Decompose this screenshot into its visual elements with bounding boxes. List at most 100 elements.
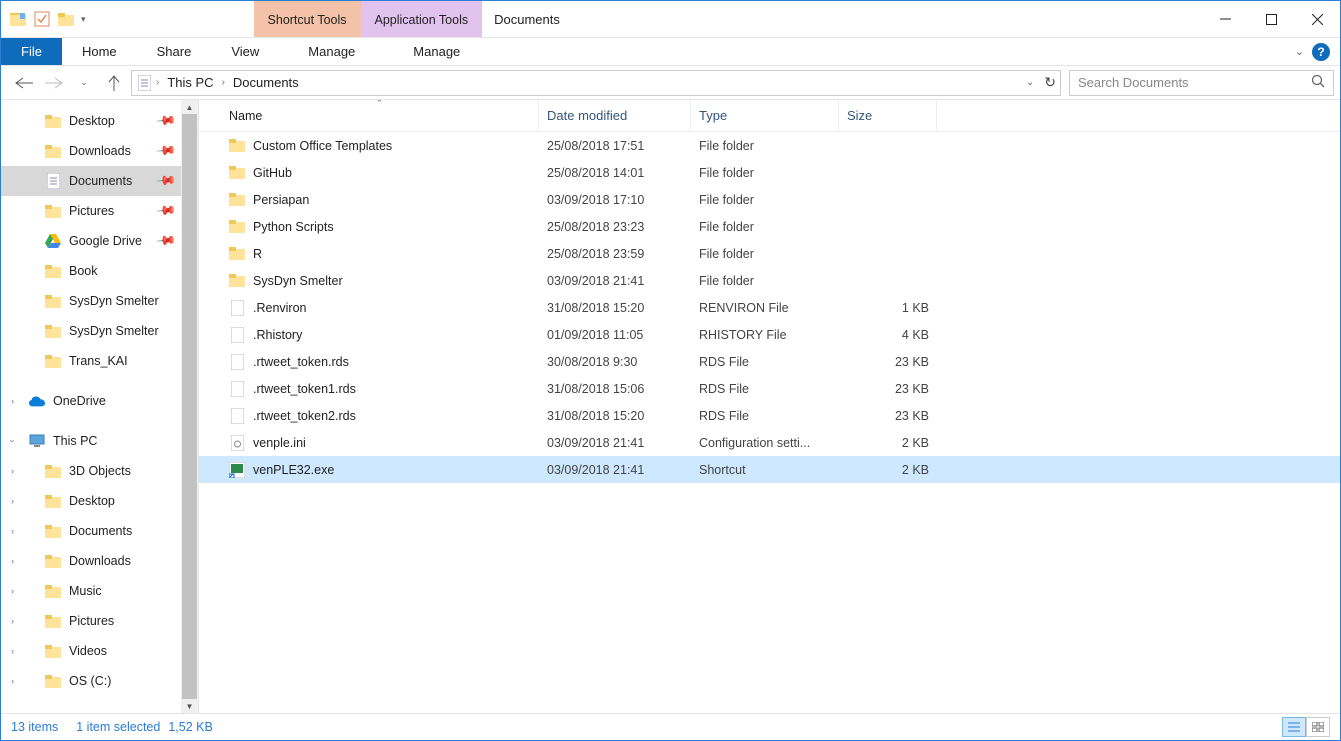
file-type: RDS File xyxy=(691,355,839,369)
breadcrumb-documents[interactable]: Documents xyxy=(229,75,303,90)
nav-item-os-c-[interactable]: ›OS (C:) xyxy=(1,666,198,696)
tab-manage-app[interactable]: Manage xyxy=(384,38,489,65)
nav-item-downloads[interactable]: ›Downloads xyxy=(1,546,198,576)
nav-onedrive[interactable]: › OneDrive xyxy=(1,386,198,416)
file-row[interactable]: venPLE32.exe03/09/2018 21:41Shortcut2 KB xyxy=(199,456,1340,483)
nav-item-music[interactable]: › Music xyxy=(1,576,198,606)
nav-label: Pictures xyxy=(69,614,114,628)
nav-item-desktop[interactable]: ›Desktop xyxy=(1,486,198,516)
file-row[interactable]: R25/08/2018 23:59File folder xyxy=(199,240,1340,267)
file-icon xyxy=(229,381,245,397)
nav-item-documents[interactable]: Documents📌 xyxy=(1,166,198,196)
nav-item-downloads[interactable]: Downloads📌 xyxy=(1,136,198,166)
file-type: Shortcut xyxy=(691,463,839,477)
context-tab-application[interactable]: Application Tools xyxy=(361,1,483,37)
expand-icon[interactable]: › xyxy=(11,396,14,406)
scroll-down-icon[interactable]: ▼ xyxy=(181,699,198,713)
tab-share[interactable]: Share xyxy=(137,38,212,65)
thumbnails-view-button[interactable] xyxy=(1306,717,1330,737)
file-row[interactable]: Persiapan03/09/2018 17:10File folder xyxy=(199,186,1340,213)
nav-item-3d-objects[interactable]: ›3D Objects xyxy=(1,456,198,486)
file-row[interactable]: venple.ini03/09/2018 21:41Configuration … xyxy=(199,429,1340,456)
expand-icon[interactable]: › xyxy=(11,616,14,626)
nav-item-trans_kai[interactable]: Trans_KAI xyxy=(1,346,198,376)
properties-icon[interactable] xyxy=(33,10,51,28)
view-toggles xyxy=(1282,717,1330,737)
file-row[interactable]: Custom Office Templates25/08/2018 17:51F… xyxy=(199,132,1340,159)
nav-scrollbar[interactable]: ▲ ▼ xyxy=(181,100,198,713)
scroll-thumb[interactable] xyxy=(182,114,197,713)
nav-item-pictures[interactable]: › Pictures xyxy=(1,606,198,636)
window-controls xyxy=(1202,1,1340,37)
file-row[interactable]: .rtweet_token.rds30/08/2018 9:30RDS File… xyxy=(199,348,1340,375)
up-button[interactable] xyxy=(101,70,127,96)
file-name: Custom Office Templates xyxy=(253,139,392,153)
nav-item-pictures[interactable]: Pictures📌 xyxy=(1,196,198,226)
nav-item-google-drive[interactable]: Google Drive📌 xyxy=(1,226,198,256)
expand-icon[interactable]: › xyxy=(11,556,14,566)
nav-item-desktop[interactable]: Desktop📌 xyxy=(1,106,198,136)
details-view-button[interactable] xyxy=(1282,717,1306,737)
context-tab-shortcut[interactable]: Shortcut Tools xyxy=(254,1,361,37)
help-icon[interactable]: ? xyxy=(1312,43,1330,61)
column-size[interactable]: Size xyxy=(839,100,937,131)
file-row[interactable]: SysDyn Smelter03/09/2018 21:41File folde… xyxy=(199,267,1340,294)
file-row[interactable]: .rtweet_token1.rds31/08/2018 15:06RDS Fi… xyxy=(199,375,1340,402)
onedrive-icon xyxy=(29,393,45,409)
file-list[interactable]: Custom Office Templates25/08/2018 17:51F… xyxy=(199,132,1340,713)
nav-label: Book xyxy=(69,264,98,278)
expand-icon[interactable]: › xyxy=(11,676,14,686)
file-row[interactable]: Python Scripts25/08/2018 23:23File folde… xyxy=(199,213,1340,240)
nav-item-sysdyn-smelter[interactable]: SysDyn Smelter xyxy=(1,286,198,316)
file-row[interactable]: GitHub25/08/2018 14:01File folder xyxy=(199,159,1340,186)
search-icon[interactable] xyxy=(1311,74,1325,91)
refresh-icon[interactable]: ↻ xyxy=(1044,74,1056,91)
file-row[interactable]: .rtweet_token2.rds31/08/2018 15:20RDS Fi… xyxy=(199,402,1340,429)
close-button[interactable] xyxy=(1294,1,1340,37)
minimize-button[interactable] xyxy=(1202,1,1248,37)
tab-file[interactable]: File xyxy=(1,38,62,65)
tab-home[interactable]: Home xyxy=(62,38,137,65)
nav-label: Music xyxy=(69,584,102,598)
nav-item-videos[interactable]: ›Videos xyxy=(1,636,198,666)
ribbon-expand-icon[interactable]: ⌄ xyxy=(1295,45,1304,58)
nav-item-sysdyn-smelter[interactable]: SysDyn Smelter xyxy=(1,316,198,346)
file-name: .Rhistory xyxy=(253,328,302,342)
nav-item-book[interactable]: Book xyxy=(1,256,198,286)
recent-locations-icon[interactable]: ⌄ xyxy=(71,70,97,96)
column-date[interactable]: Date modified xyxy=(539,100,691,131)
column-type[interactable]: Type xyxy=(691,100,839,131)
address-bar[interactable]: › This PC › Documents ⌄ ↻ xyxy=(131,70,1061,96)
maximize-button[interactable] xyxy=(1248,1,1294,37)
nav-thispc[interactable]: › This PC xyxy=(1,426,198,456)
breadcrumb-sep-icon[interactable]: › xyxy=(222,77,225,88)
shortcut-icon xyxy=(229,462,245,478)
tab-view[interactable]: View xyxy=(211,38,279,65)
search-box[interactable] xyxy=(1069,70,1334,96)
new-folder-icon[interactable] xyxy=(57,10,75,28)
forward-button[interactable] xyxy=(41,70,67,96)
file-name: R xyxy=(253,247,262,261)
expand-icon[interactable]: › xyxy=(11,496,14,506)
scroll-up-icon[interactable]: ▲ xyxy=(181,100,198,114)
tab-manage-shortcut[interactable]: Manage xyxy=(279,38,384,65)
breadcrumb-thispc[interactable]: This PC xyxy=(163,75,217,90)
file-date: 30/08/2018 9:30 xyxy=(539,355,691,369)
column-name[interactable]: Name⌃ xyxy=(221,100,539,131)
qat-dropdown-icon[interactable]: ▾ xyxy=(81,14,86,25)
address-dropdown-icon[interactable]: ⌄ xyxy=(1026,77,1034,88)
file-row[interactable]: .Renviron31/08/2018 15:20RENVIRON File1 … xyxy=(199,294,1340,321)
expand-icon[interactable]: › xyxy=(11,466,14,476)
file-size: 4 KB xyxy=(839,328,937,342)
file-name: .rtweet_token1.rds xyxy=(253,382,356,396)
nav-item-documents[interactable]: ›Documents xyxy=(1,516,198,546)
expand-icon[interactable]: › xyxy=(11,526,14,536)
expand-icon[interactable]: › xyxy=(11,646,14,656)
back-button[interactable] xyxy=(11,70,37,96)
navigation-pane[interactable]: Desktop📌Downloads📌Documents📌Pictures📌Goo… xyxy=(1,100,199,713)
expand-icon[interactable]: › xyxy=(11,586,14,596)
search-input[interactable] xyxy=(1078,75,1311,90)
breadcrumb-sep-icon[interactable]: › xyxy=(156,77,159,88)
collapse-icon[interactable]: › xyxy=(8,440,18,443)
file-row[interactable]: .Rhistory01/09/2018 11:05RHISTORY File4 … xyxy=(199,321,1340,348)
